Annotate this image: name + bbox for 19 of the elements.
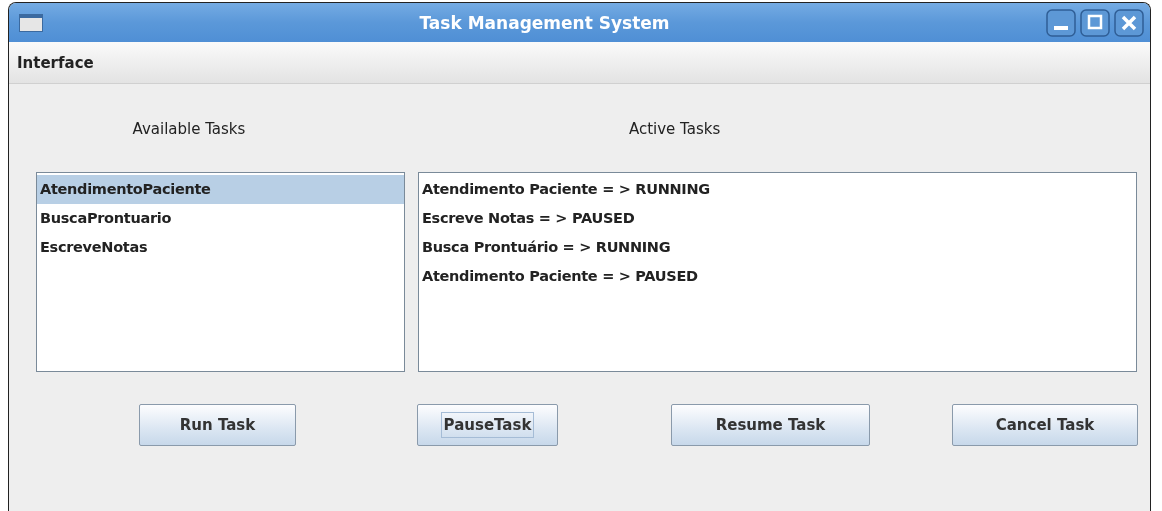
- list-item[interactable]: BuscaProntuario: [37, 204, 404, 233]
- list-heading: Active Tasks: [627, 119, 722, 140]
- list-heading: Available Tasks: [131, 119, 247, 140]
- list-item[interactable]: AtendimentoPaciente: [37, 175, 404, 204]
- list-item[interactable]: Busca Prontuário = > RUNNING: [419, 233, 1136, 262]
- task-button[interactable]: Resume Task: [671, 404, 870, 446]
- menu-item[interactable]: Interface: [17, 53, 94, 72]
- maximize-icon[interactable]: [1080, 8, 1110, 37]
- list-item[interactable]: Atendimento Paciente = > PAUSED: [419, 262, 1136, 291]
- window-icon: [19, 13, 43, 32]
- task-button[interactable]: Cancel Task: [952, 404, 1138, 446]
- list-item[interactable]: EscreveNotas: [37, 233, 404, 262]
- minimize-icon[interactable]: [1046, 8, 1076, 37]
- task-button[interactable]: PauseTask: [417, 404, 558, 446]
- task-button[interactable]: Run Task: [139, 404, 296, 446]
- window-title: Task Management System: [418, 12, 671, 33]
- close-icon[interactable]: [1114, 8, 1144, 37]
- list-item[interactable]: Atendimento Paciente = > RUNNING: [419, 175, 1136, 204]
- list-item[interactable]: Escreve Notas = > PAUSED: [419, 204, 1136, 233]
